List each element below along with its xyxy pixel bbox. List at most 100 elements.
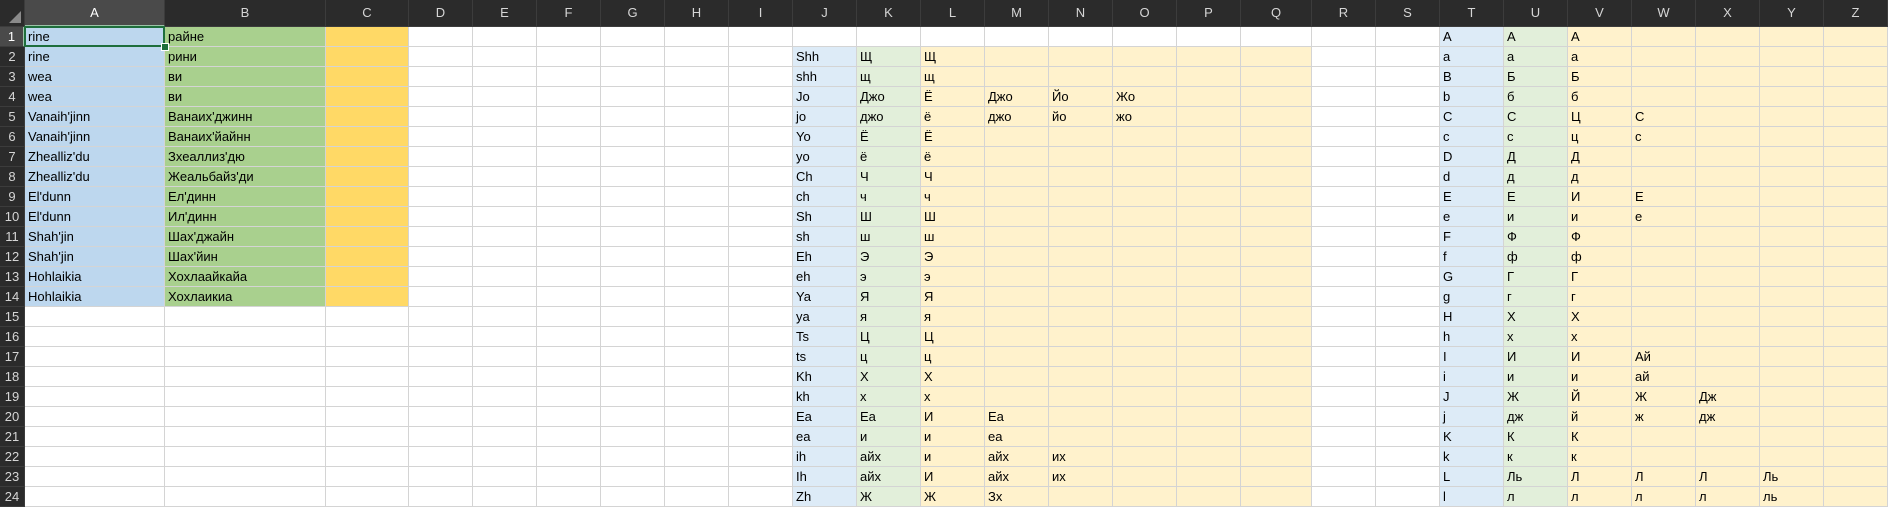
cell-e3[interactable] (473, 67, 537, 87)
cell-l20[interactable]: И (921, 407, 985, 427)
cell-c17[interactable] (326, 347, 409, 367)
cell-b21[interactable] (165, 427, 326, 447)
cell-b7[interactable]: Зхеаллиз'дю (165, 147, 326, 167)
cell-w21[interactable] (1632, 427, 1696, 447)
cell-n15[interactable] (1049, 307, 1113, 327)
cell-a24[interactable] (25, 487, 165, 507)
cell-g8[interactable] (601, 167, 665, 187)
cell-x11[interactable] (1696, 227, 1760, 247)
cell-j21[interactable]: ea (793, 427, 857, 447)
cell-d7[interactable] (409, 147, 473, 167)
cell-a10[interactable]: El'dunn (25, 207, 165, 227)
cell-j15[interactable]: ya (793, 307, 857, 327)
cell-l6[interactable]: Ё (921, 127, 985, 147)
cell-s21[interactable] (1376, 427, 1440, 447)
cell-d12[interactable] (409, 247, 473, 267)
cell-j10[interactable]: Sh (793, 207, 857, 227)
cell-a8[interactable]: Zhealliz'du (25, 167, 165, 187)
column-header-v[interactable]: V (1568, 0, 1632, 27)
cell-g6[interactable] (601, 127, 665, 147)
cell-m5[interactable]: джо (985, 107, 1049, 127)
cell-i15[interactable] (729, 307, 793, 327)
cell-r16[interactable] (1312, 327, 1376, 347)
cell-z1[interactable] (1824, 27, 1888, 47)
cell-m4[interactable]: Джо (985, 87, 1049, 107)
cell-f21[interactable] (537, 427, 601, 447)
cell-i5[interactable] (729, 107, 793, 127)
cell-c23[interactable] (326, 467, 409, 487)
cell-q2[interactable] (1241, 47, 1312, 67)
cell-h9[interactable] (665, 187, 729, 207)
cell-a12[interactable]: Shah'jin (25, 247, 165, 267)
cell-r18[interactable] (1312, 367, 1376, 387)
cell-u10[interactable]: и (1504, 207, 1568, 227)
cell-w9[interactable]: Е (1632, 187, 1696, 207)
cell-d17[interactable] (409, 347, 473, 367)
cell-s20[interactable] (1376, 407, 1440, 427)
cell-k15[interactable]: я (857, 307, 921, 327)
cell-m21[interactable]: еа (985, 427, 1049, 447)
column-header-k[interactable]: K (857, 0, 921, 27)
cell-a14[interactable]: Hohlaikia (25, 287, 165, 307)
cell-e9[interactable] (473, 187, 537, 207)
cell-s24[interactable] (1376, 487, 1440, 507)
cell-i2[interactable] (729, 47, 793, 67)
cell-x21[interactable] (1696, 427, 1760, 447)
cell-o2[interactable] (1113, 47, 1177, 67)
cell-o17[interactable] (1113, 347, 1177, 367)
cell-l22[interactable]: и (921, 447, 985, 467)
cell-d8[interactable] (409, 167, 473, 187)
cell-j19[interactable]: kh (793, 387, 857, 407)
cell-x15[interactable] (1696, 307, 1760, 327)
cell-w22[interactable] (1632, 447, 1696, 467)
cell-o5[interactable]: жо (1113, 107, 1177, 127)
cell-r10[interactable] (1312, 207, 1376, 227)
cell-m1[interactable] (985, 27, 1049, 47)
cell-z21[interactable] (1824, 427, 1888, 447)
cell-u3[interactable]: Б (1504, 67, 1568, 87)
cell-v5[interactable]: Ц (1568, 107, 1632, 127)
cell-s18[interactable] (1376, 367, 1440, 387)
cell-u8[interactable]: д (1504, 167, 1568, 187)
cell-p10[interactable] (1177, 207, 1241, 227)
cell-n23[interactable]: их (1049, 467, 1113, 487)
cell-b22[interactable] (165, 447, 326, 467)
cell-y23[interactable]: Ль (1760, 467, 1824, 487)
cell-e2[interactable] (473, 47, 537, 67)
cell-h5[interactable] (665, 107, 729, 127)
cell-d19[interactable] (409, 387, 473, 407)
cell-j3[interactable]: shh (793, 67, 857, 87)
cell-x1[interactable] (1696, 27, 1760, 47)
cell-c13[interactable] (326, 267, 409, 287)
cell-q8[interactable] (1241, 167, 1312, 187)
cell-m6[interactable] (985, 127, 1049, 147)
cell-j8[interactable]: Ch (793, 167, 857, 187)
row-header-21[interactable]: 21 (0, 427, 25, 447)
cell-t3[interactable]: B (1440, 67, 1504, 87)
cell-m3[interactable] (985, 67, 1049, 87)
cell-i4[interactable] (729, 87, 793, 107)
cell-i13[interactable] (729, 267, 793, 287)
cell-w6[interactable]: с (1632, 127, 1696, 147)
column-header-b[interactable]: B (165, 0, 326, 27)
row-header-2[interactable]: 2 (0, 47, 25, 67)
row-header-7[interactable]: 7 (0, 147, 25, 167)
cell-g19[interactable] (601, 387, 665, 407)
cell-c12[interactable] (326, 247, 409, 267)
cell-x14[interactable] (1696, 287, 1760, 307)
cell-q3[interactable] (1241, 67, 1312, 87)
cell-d3[interactable] (409, 67, 473, 87)
cell-k23[interactable]: айх (857, 467, 921, 487)
cell-p5[interactable] (1177, 107, 1241, 127)
cell-b12[interactable]: Шах'йин (165, 247, 326, 267)
cell-e12[interactable] (473, 247, 537, 267)
row-header-13[interactable]: 13 (0, 267, 25, 287)
cell-u11[interactable]: Ф (1504, 227, 1568, 247)
cell-n7[interactable] (1049, 147, 1113, 167)
cell-c14[interactable] (326, 287, 409, 307)
column-header-y[interactable]: Y (1760, 0, 1824, 27)
cell-m11[interactable] (985, 227, 1049, 247)
cell-f3[interactable] (537, 67, 601, 87)
cell-y9[interactable] (1760, 187, 1824, 207)
cell-e8[interactable] (473, 167, 537, 187)
